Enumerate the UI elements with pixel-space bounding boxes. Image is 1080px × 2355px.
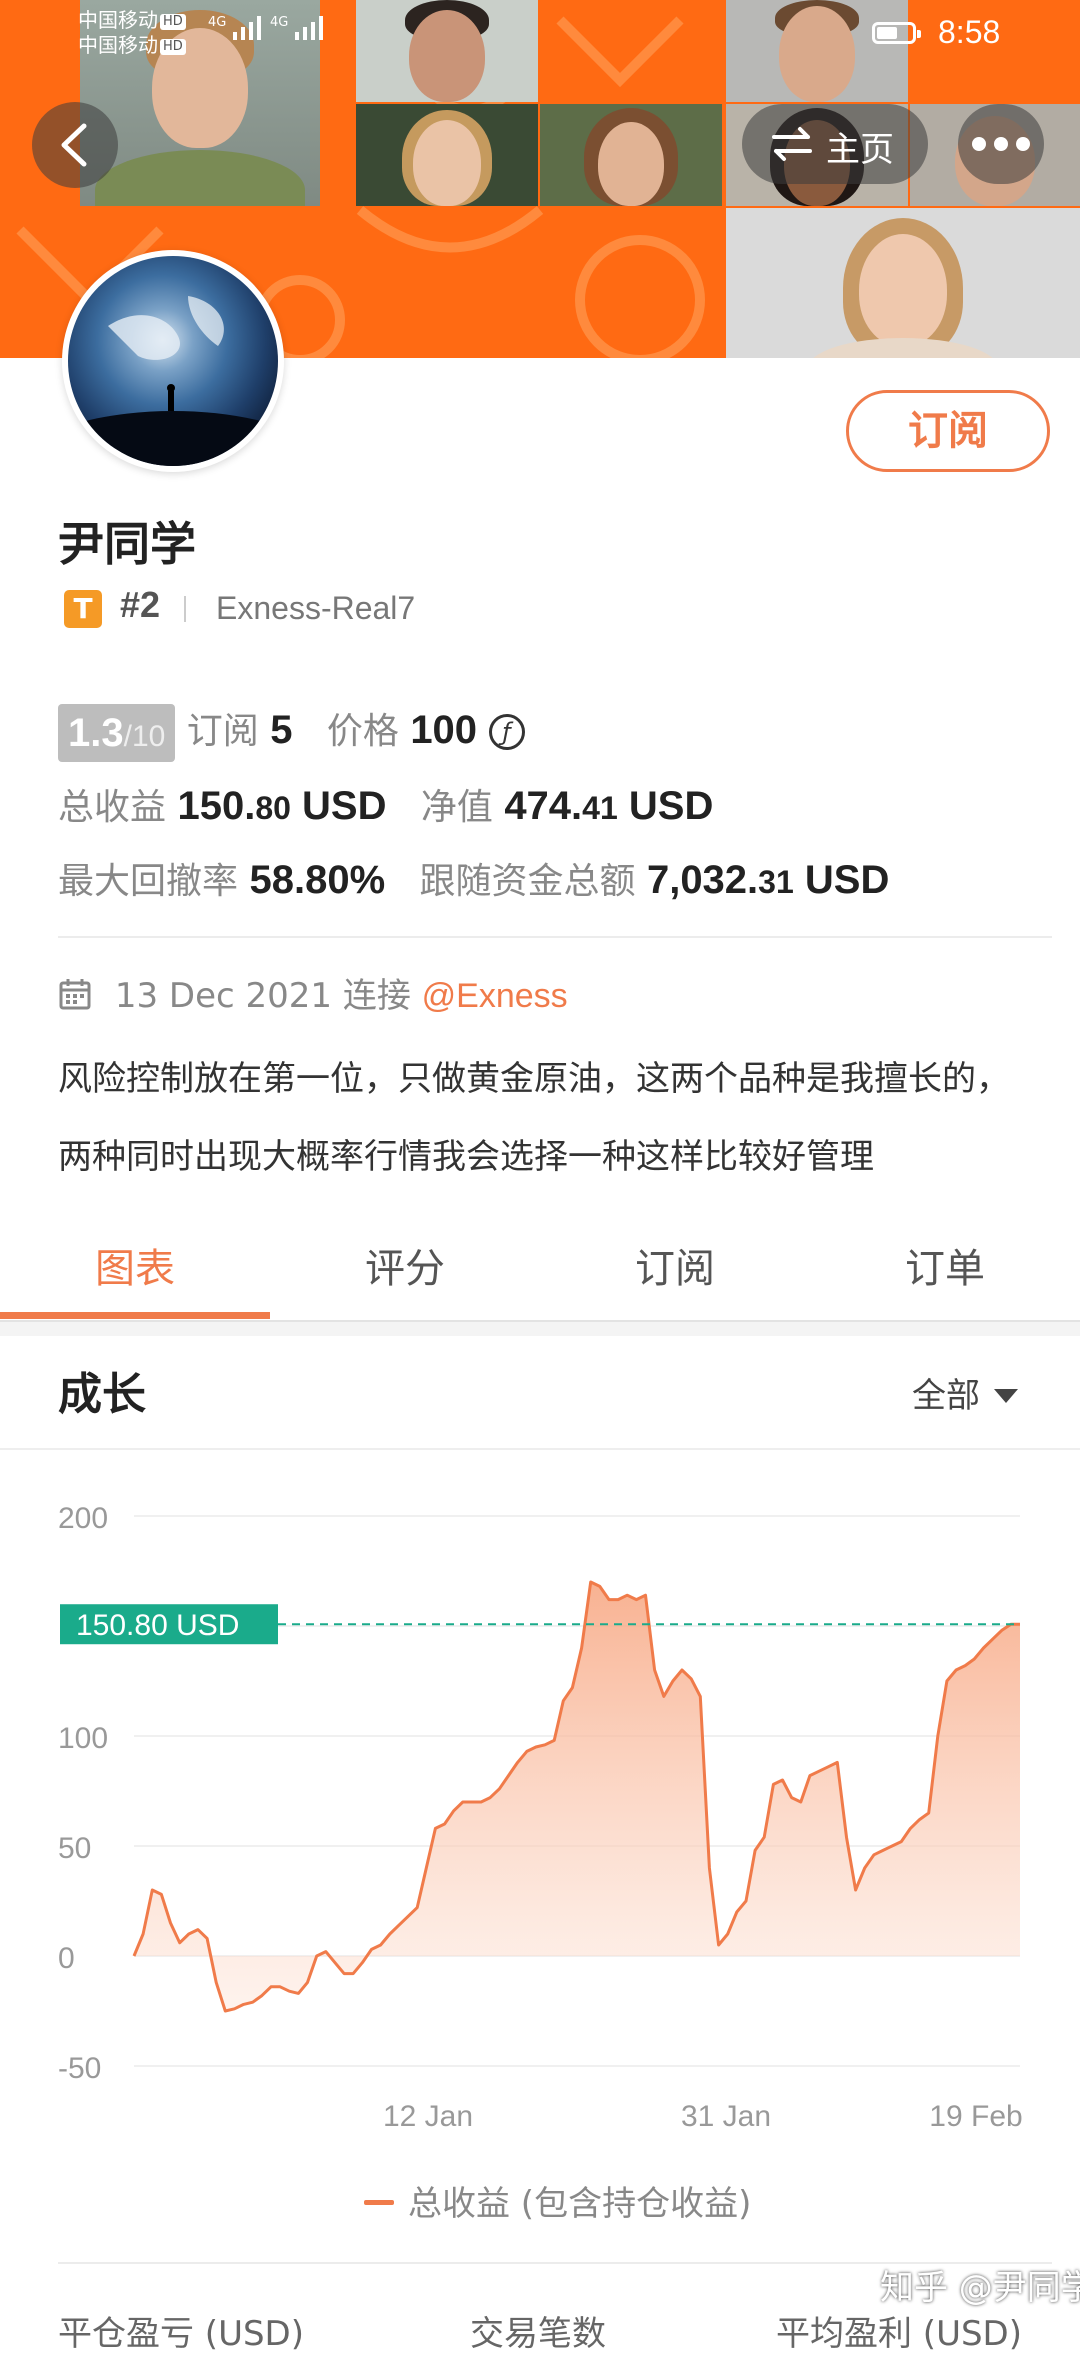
status-bar: 中国移动 HD 中国移动 HD 4G 4G 8:58 — [0, 0, 1080, 66]
range-filter-dropdown[interactable]: 全部 — [912, 1368, 1018, 1417]
stats-row-1: 1.3/10 订阅 5 价格 100 ƒ — [58, 702, 525, 762]
signal-icon-1: 4G — [208, 14, 267, 44]
rating-badge: 1.3/10 — [58, 704, 176, 762]
price-value: 100 — [410, 708, 478, 752]
chart-legend: 总收益 (包含持仓收益) — [364, 2176, 751, 2225]
triangle-down-icon — [994, 1389, 1018, 1403]
rank-separator — [184, 596, 186, 622]
total-profit-label: 总收益 — [58, 787, 167, 828]
chevron-left-icon — [61, 123, 87, 167]
growth-chart[interactable]: 200 100 50 0 -50 150.80 USD 12 Jan 31 Jan 19 Feb — [0, 1450, 1080, 2170]
broker-link[interactable]: @Exness — [422, 977, 568, 1015]
profile-divider — [58, 936, 1052, 938]
coin-icon: ƒ — [488, 714, 525, 750]
description: 风险控制放在第一位，只做黄金原油，这两个品种是我擅长的，两种同时出现大概率行情我… — [58, 1059, 1010, 1177]
y-tick-label: 200 — [58, 1502, 108, 1535]
tab-rating[interactable]: 评分 — [270, 1236, 540, 1294]
tab-chart[interactable]: 图表 — [0, 1236, 270, 1294]
x-tick-label: 31 Jan — [681, 2100, 771, 2133]
price-label: 价格 — [326, 711, 399, 752]
tab-subscribe[interactable]: 订阅 — [540, 1236, 810, 1294]
growth-title: 成长 — [58, 1369, 146, 1420]
more-dot-icon — [994, 137, 1008, 151]
stats-row-2: 总收益 150.80 USD 净值 474.41 USD — [58, 778, 713, 830]
avatar-earth-image — [68, 256, 278, 466]
tier-badge: T — [64, 590, 102, 628]
equity-label: 净值 — [420, 787, 493, 828]
total-profit-value: 150.80 USD — [177, 784, 387, 828]
carrier-1: 中国移动 — [78, 8, 158, 32]
back-button[interactable] — [32, 102, 118, 188]
avg-profit-label: 平均盈利 (USD) — [776, 2314, 1022, 2354]
server-name: Exness-Real7 — [216, 590, 416, 626]
active-tab-indicator — [0, 1312, 270, 1319]
profit-area — [134, 1582, 1020, 2011]
battery-fill — [877, 27, 898, 39]
banner-photo-woman-brunette — [540, 104, 722, 206]
more-dot-icon — [1016, 137, 1030, 151]
banner-photo-woman-smiling — [726, 208, 1080, 358]
max-drawdown-value: 58.80% — [249, 858, 386, 902]
follow-funds-label: 跟随资金总额 — [419, 861, 636, 902]
clock: 8:58 — [938, 14, 1001, 50]
current-value-label: 150.80 USD — [76, 1609, 239, 1642]
x-tick-label: 19 Feb — [929, 2100, 1022, 2133]
stats-row-3: 最大回撤率 58.80% 跟随资金总额 7,032.31 USD — [58, 852, 889, 904]
carrier-info: 中国移动 HD 中国移动 HD — [78, 8, 186, 58]
follow-funds-value: 7,032.31 USD — [646, 858, 890, 902]
battery-icon — [872, 22, 921, 44]
carrier-2: 中国移动 — [78, 33, 158, 57]
section-gap — [0, 1322, 1080, 1336]
tab-bar: 图表 评分 订阅 订单 — [0, 1226, 1080, 1322]
connect-date: 13 Dec 2021 — [114, 976, 333, 1016]
legend-label: 总收益 (包含持仓收益) — [408, 2184, 752, 2224]
max-drawdown-label: 最大回撤率 — [58, 861, 239, 902]
y-tick-label: 50 — [58, 1832, 91, 1865]
home-button-label: 主页 — [826, 130, 894, 170]
avatar[interactable] — [62, 250, 284, 472]
home-button[interactable]: 主页 — [742, 104, 928, 184]
subscribe-button[interactable]: 订阅 — [846, 390, 1050, 472]
subscribers-label: 订阅 — [186, 711, 259, 752]
more-dot-icon — [972, 137, 986, 151]
connection-info: 13 Dec 2021 连接 @Exness — [58, 968, 568, 1017]
y-tick-label: -50 — [58, 2052, 101, 2085]
signal-icon-2: 4G — [270, 14, 329, 44]
trade-count-label: 交易笔数 — [470, 2314, 606, 2354]
subscribers-count: 5 — [270, 708, 293, 752]
swap-icon — [772, 127, 812, 161]
legend-swatch — [364, 2200, 394, 2205]
equity-value: 474.41 USD — [504, 784, 714, 828]
x-tick-label: 12 Jan — [383, 2100, 473, 2133]
y-tick-label: 100 — [58, 1722, 108, 1755]
hd-badge-2: HD — [160, 39, 186, 55]
range-filter-label: 全部 — [912, 1376, 980, 1416]
banner-photo-woman-blonde — [356, 104, 538, 206]
hd-badge-1: HD — [160, 14, 186, 30]
watermark: 知乎 @尹同学 — [880, 2268, 1080, 2308]
closed-pnl-label: 平仓盈亏 (USD) — [58, 2314, 304, 2354]
y-tick-label: 0 — [58, 1942, 75, 1975]
calendar-icon — [59, 979, 91, 1010]
rank: #2 — [120, 584, 161, 625]
more-button[interactable] — [958, 104, 1044, 184]
tab-orders[interactable]: 订单 — [810, 1236, 1080, 1294]
connect-label: 连接 — [342, 976, 411, 1016]
trader-name: 尹同学 — [58, 517, 196, 571]
